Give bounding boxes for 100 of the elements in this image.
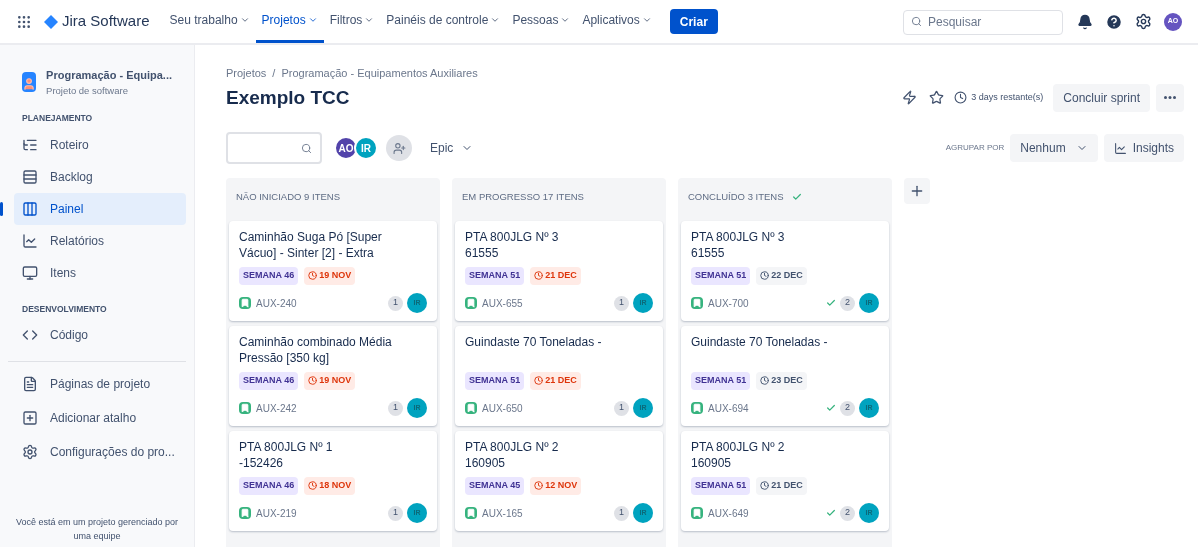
footer-note: Você está em um projeto gerenciado por uma equipe: [14, 516, 180, 543]
complete-sprint-button[interactable]: Concluir sprint: [1053, 83, 1150, 112]
story-icon: [465, 507, 477, 519]
clock-icon: [954, 91, 968, 105]
count-badge: 1: [614, 505, 629, 521]
chevron-icon: [364, 15, 375, 25]
create-button[interactable]: Criar: [669, 9, 718, 34]
product-name[interactable]: Jira Software: [62, 10, 150, 33]
group-by-dropdown[interactable]: Nenhum: [1010, 134, 1098, 162]
due-date: 12 NOV: [530, 477, 582, 495]
issue-key[interactable]: AUX-240: [256, 295, 297, 311]
due-date: 21 DEC: [530, 267, 581, 285]
card-title: PTA 800JLG Nº 3 61555: [465, 229, 560, 262]
epic-dropdown[interactable]: Epic: [424, 134, 480, 162]
breadcrumb-link[interactable]: Projetos: [226, 65, 267, 82]
issue-key[interactable]: AUX-694: [708, 400, 749, 416]
due-date: 22 DEC: [756, 267, 807, 285]
sidebar-item[interactable]: Painel: [14, 192, 186, 225]
count-badge: 1: [614, 295, 629, 311]
search-icon: [301, 142, 312, 154]
due-date: 18 NOV: [304, 477, 356, 495]
add-person-icon: [392, 141, 406, 155]
nav-menu[interactable]: Pessoas: [506, 0, 577, 43]
lightning-icon[interactable]: [902, 90, 918, 106]
card-title: Guindaste 70 Toneladas -: [691, 334, 829, 351]
nav-menu[interactable]: Seu trabalho: [163, 0, 256, 43]
issue-key[interactable]: AUX-165: [482, 505, 523, 521]
count-badge: 2: [840, 295, 855, 311]
add-square-icon: [22, 410, 38, 427]
plus-icon: [909, 183, 925, 199]
search-field[interactable]: Pesquisar: [903, 9, 1063, 35]
card-title: PTA 800JLG Nº 2 160905: [465, 439, 560, 472]
story-icon: [239, 297, 251, 309]
column-title: EM PROGRESSO 17 ITENS: [462, 189, 584, 204]
clock-icon: [760, 376, 770, 386]
help-icon[interactable]: [1105, 12, 1123, 31]
clock-icon: [534, 481, 544, 491]
app-switcher-icon[interactable]: [16, 13, 32, 30]
card-title: PTA 800JLG Nº 3 61555: [691, 229, 786, 262]
clock-icon: [308, 376, 318, 386]
insights-button[interactable]: Insights: [1103, 134, 1184, 162]
sidebar-item[interactable]: Páginas de projeto: [14, 368, 186, 401]
count-badge: 2: [840, 400, 855, 416]
sidebar-item[interactable]: Roteiro: [14, 128, 186, 161]
clock-icon: [760, 481, 770, 491]
card-title: Guindaste 70 Toneladas -: [465, 334, 603, 351]
sprint-label: SEMANA 51: [691, 267, 751, 285]
due-date: 23 DEC: [756, 372, 807, 390]
clock-icon: [534, 376, 544, 386]
issue-key[interactable]: AUX-650: [482, 400, 523, 416]
issue-key[interactable]: AUX-649: [708, 505, 749, 521]
clock-icon: [308, 271, 318, 281]
card-title: Caminhão Suga Pó [Super Vácuo] - Sinter [2] - Extra: [239, 229, 383, 262]
due-date: 19 NOV: [304, 267, 356, 285]
clock-icon: [534, 271, 544, 281]
project-name[interactable]: Programação - Equipa...: [46, 67, 172, 84]
nav-menu[interactable]: Aplicativos: [576, 0, 658, 43]
star-icon[interactable]: [929, 90, 945, 106]
sidebar-item[interactable]: Backlog: [14, 160, 186, 193]
nav-menu[interactable]: Projetos: [255, 0, 324, 43]
chevron-icon: [239, 15, 250, 25]
board-search-field[interactable]: [226, 132, 322, 164]
chevron-icon: [560, 15, 571, 25]
sidebar-item[interactable]: Configurações do pro...: [14, 436, 186, 469]
column-title: CONCLUÍDO 3 ITENS: [688, 189, 784, 204]
story-icon: [691, 402, 703, 414]
nav-menu[interactable]: Painéis de controle: [380, 0, 507, 43]
stack-icon: [22, 168, 38, 185]
more-button[interactable]: [1156, 83, 1184, 112]
count-badge: 1: [614, 400, 629, 416]
nav-menu[interactable]: Filtros: [323, 0, 381, 43]
issue-key[interactable]: AUX-700: [708, 295, 749, 311]
due-date: 21 DEC: [530, 372, 581, 390]
sprint-label: SEMANA 51: [465, 372, 525, 390]
issue-key[interactable]: AUX-655: [482, 295, 523, 311]
member-avatar[interactable]: AO: [334, 136, 358, 160]
sidebar-item[interactable]: Código: [14, 319, 186, 352]
add-column-button[interactable]: [904, 178, 930, 204]
board-icon: [22, 200, 38, 217]
settings-icon[interactable]: [1135, 13, 1152, 30]
count-badge: 2: [840, 505, 855, 521]
document-icon: [22, 376, 38, 393]
add-people-button[interactable]: [386, 135, 412, 161]
chevron-icon: [641, 15, 652, 25]
notifications-icon[interactable]: [1077, 13, 1093, 30]
chevron-icon: [307, 15, 318, 25]
issue-key[interactable]: AUX-219: [256, 505, 297, 521]
due-date: 19 NOV: [304, 372, 356, 390]
logo-icon: [44, 14, 58, 29]
clock-icon: [760, 271, 770, 281]
page-title: Exemplo TCC: [226, 85, 350, 110]
issue-key[interactable]: AUX-242: [256, 400, 297, 416]
section-heading: PLANEJAMENTO: [21, 111, 94, 125]
time-remaining: 3 days restante(s): [971, 91, 1044, 104]
breadcrumb-link[interactable]: Programação - Equipamentos Auxiliares: [281, 65, 478, 82]
sidebar-item[interactable]: Relatórios: [14, 224, 186, 257]
sidebar-item[interactable]: Adicionar atalho: [14, 402, 186, 435]
story-icon: [239, 507, 251, 519]
sidebar-item[interactable]: Itens: [14, 256, 186, 289]
story-icon: [239, 402, 251, 414]
